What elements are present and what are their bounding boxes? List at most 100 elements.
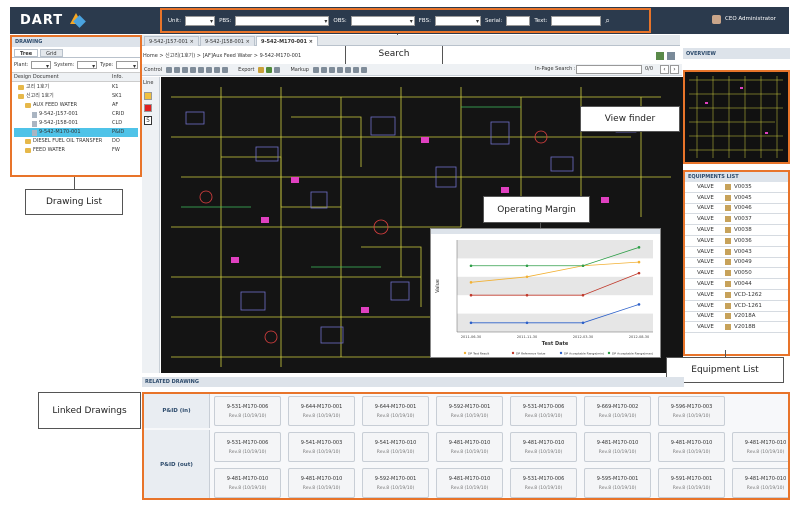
equipment-row[interactable]: VALVE V0044 — [685, 279, 788, 290]
equipment-row[interactable]: VALVE V0035 — [685, 182, 788, 193]
linked-drawing-card[interactable]: 9-481-M170-010 Rev.8 (10/19/10) — [732, 432, 788, 462]
linked-drawing-card[interactable]: 9-541-M170-010 Rev.8 (10/19/10) — [362, 432, 429, 462]
text-input[interactable] — [551, 15, 602, 26]
linked-drawing-card[interactable]: 9-596-M170-003 Rev.8 (10/19/10) — [658, 396, 725, 426]
equipment-row[interactable]: VALVE V0045 — [685, 193, 788, 204]
tab-doc-m170[interactable]: 9-542-M170-001 × — [256, 36, 318, 46]
export-image-icon[interactable] — [258, 66, 265, 73]
linked-drawing-card[interactable]: 9-481-M170-010 Rev.8 (10/19/10) — [658, 432, 725, 462]
callout-search: Search — [345, 43, 443, 65]
linked-drawing-card[interactable]: 9-531-M170-006 Rev.8 (10/19/10) — [510, 396, 577, 426]
equipment-row[interactable]: VALVE V0037 — [685, 214, 788, 226]
stroke-width-box[interactable]: 5 — [144, 116, 152, 125]
zoom-in-icon[interactable] — [166, 66, 173, 73]
linked-drawing-card[interactable]: 9-531-M170-006 Rev.8 (10/19/10) — [510, 468, 577, 498]
linked-drawing-card[interactable]: 9-531-M170-006 Rev.8 (10/19/10) — [214, 396, 281, 426]
layer-icon[interactable] — [214, 66, 221, 73]
save-icon[interactable] — [274, 66, 281, 73]
control-label: Control — [144, 66, 163, 73]
zoom-out-icon[interactable] — [174, 66, 181, 73]
fbs-select[interactable] — [434, 15, 481, 26]
tab-tree[interactable]: Tree — [14, 49, 39, 57]
avatar[interactable] — [712, 15, 721, 24]
equipment-row[interactable]: VALVE V0046 — [685, 204, 788, 215]
app-logo[interactable]: DART — [20, 13, 63, 28]
system-select[interactable] — [77, 61, 98, 71]
next-icon[interactable]: › — [670, 65, 679, 74]
tab-doc-j158[interactable]: 9-542-J158-001 × — [200, 36, 255, 46]
equipment-row[interactable]: VALVE V0050 — [685, 268, 788, 280]
color-red-swatch[interactable] — [144, 104, 152, 112]
pan-icon[interactable] — [190, 66, 197, 73]
linked-drawing-rev: Rev.8 (10/19/10) — [746, 486, 785, 491]
rotate-icon[interactable] — [198, 66, 205, 73]
equipment-row[interactable]: VALVE VCD-1262 — [685, 290, 788, 301]
equipments-header: EQUIPMENTS LIST — [685, 172, 788, 182]
linked-drawing-card[interactable]: 9-481-M170-010 Rev.8 (10/19/10) — [288, 468, 355, 498]
tree-item[interactable]: 고리 1호기 K1 — [14, 83, 138, 92]
equipment-type: VALVE — [697, 291, 714, 298]
equipment-row[interactable]: VALVE V0049 — [685, 258, 788, 269]
print-icon[interactable] — [206, 66, 213, 73]
search-icon[interactable]: ⌕ — [605, 16, 609, 26]
linked-drawing-card[interactable]: 9-541-M170-003 Rev.8 (10/19/10) — [288, 432, 355, 462]
color-yellow-swatch[interactable] — [144, 92, 152, 100]
linked-drawing-card[interactable]: 9-481-M170-010 Rev.8 (10/19/10) — [510, 432, 577, 462]
equipment-row[interactable]: VALVE V0036 — [685, 236, 788, 247]
equipment-row[interactable]: VALVE V2018B — [685, 322, 788, 334]
export-icon[interactable] — [656, 52, 664, 60]
pointer-icon[interactable] — [312, 66, 319, 73]
arrow-icon[interactable] — [336, 66, 343, 73]
settings-icon[interactable] — [667, 52, 675, 60]
pen-icon[interactable] — [320, 66, 327, 73]
tab-grid[interactable]: Grid — [40, 49, 63, 57]
tree-item[interactable]: DIESEL FUEL OIL TRANSFER DO — [14, 137, 138, 146]
type-select[interactable] — [116, 61, 138, 71]
system-label: System: — [54, 62, 75, 68]
linked-drawing-card[interactable]: 9-644-M170-001 Rev.8 (10/19/10) — [288, 396, 355, 426]
linked-drawing-card[interactable]: 9-531-M170-006 Rev.8 (10/19/10) — [214, 432, 281, 462]
linked-drawing-card[interactable]: 9-669-M170-002 Rev.8 (10/19/10) — [584, 396, 651, 426]
overview-viewfinder[interactable] — [683, 70, 790, 164]
grid-icon[interactable] — [222, 66, 229, 73]
plant-select[interactable] — [31, 61, 52, 71]
tree-item[interactable]: 9-542-J158-001 CLD — [14, 119, 138, 128]
linked-drawing-card[interactable]: 9-592-M170-001 Rev.8 (10/19/10) — [362, 468, 429, 498]
prev-icon[interactable]: ‹ — [660, 65, 669, 74]
equipment-row[interactable]: VALVE VCD-1261 — [685, 301, 788, 312]
linked-drawing-card[interactable]: 9-592-M170-001 Rev.8 (10/19/10) — [436, 396, 503, 426]
linked-drawing-card[interactable]: 9-481-M170-010 Rev.8 (10/19/10) — [436, 468, 503, 498]
text-tool-icon[interactable] — [360, 66, 367, 73]
tree-item[interactable]: AUX FEED WATER AF — [14, 101, 138, 110]
unit-select[interactable] — [185, 15, 216, 26]
tree-item[interactable]: FEED WATER FW — [14, 146, 138, 155]
linked-drawing-card[interactable]: 9-481-M170-010 Rev.8 (10/19/10) — [436, 432, 503, 462]
tree-item[interactable]: 9-542-M170-001 P&ID — [14, 128, 138, 137]
serial-input[interactable] — [506, 15, 531, 26]
equipment-row[interactable]: VALVE V2018A — [685, 312, 788, 323]
rect-icon[interactable] — [344, 66, 351, 73]
tree-item[interactable]: 9-542-J157-001 CRID — [14, 110, 138, 119]
user-name[interactable]: CEO Administrator — [725, 16, 776, 22]
linked-drawing-card[interactable]: 9-591-M170-001 Rev.8 (10/19/10) — [658, 468, 725, 498]
linked-drawing-card[interactable]: 9-481-M170-010 Rev.8 (10/19/10) — [584, 432, 651, 462]
document-icon — [32, 129, 37, 136]
legend-marker — [607, 351, 611, 355]
tab-doc-j157[interactable]: 9-542-J157-001 × — [144, 36, 199, 46]
linked-drawing-card[interactable]: 9-595-M170-001 Rev.8 (10/19/10) — [584, 468, 651, 498]
linked-drawing-id: 9-592-M170-001 — [448, 404, 491, 410]
inpage-search-input[interactable] — [576, 65, 642, 74]
line-icon[interactable] — [328, 66, 335, 73]
obs-select[interactable] — [350, 15, 415, 26]
fit-icon[interactable] — [182, 66, 189, 73]
linked-drawing-card[interactable]: 9-481-M170-010 Rev.8 (10/19/10) — [214, 468, 281, 498]
export-excel-icon[interactable] — [266, 66, 273, 73]
operating-margin-graph[interactable]: 2011-06-30 2011-11-30 2012-03-30 2012-08-30… — [430, 228, 661, 358]
tree-item[interactable]: 신고리 1호기 SK1 — [14, 92, 138, 101]
linked-drawing-card[interactable]: 9-481-M170-010 Rev.8 (10/19/10) — [732, 468, 788, 498]
linked-drawing-card[interactable]: 9-644-M170-001 Rev.8 (10/19/10) — [362, 396, 429, 426]
equipment-row[interactable]: VALVE V0038 — [685, 225, 788, 236]
pbs-select[interactable] — [235, 15, 330, 26]
ellipse-icon[interactable] — [352, 66, 359, 73]
equipment-row[interactable]: VALVE V0043 — [685, 247, 788, 258]
